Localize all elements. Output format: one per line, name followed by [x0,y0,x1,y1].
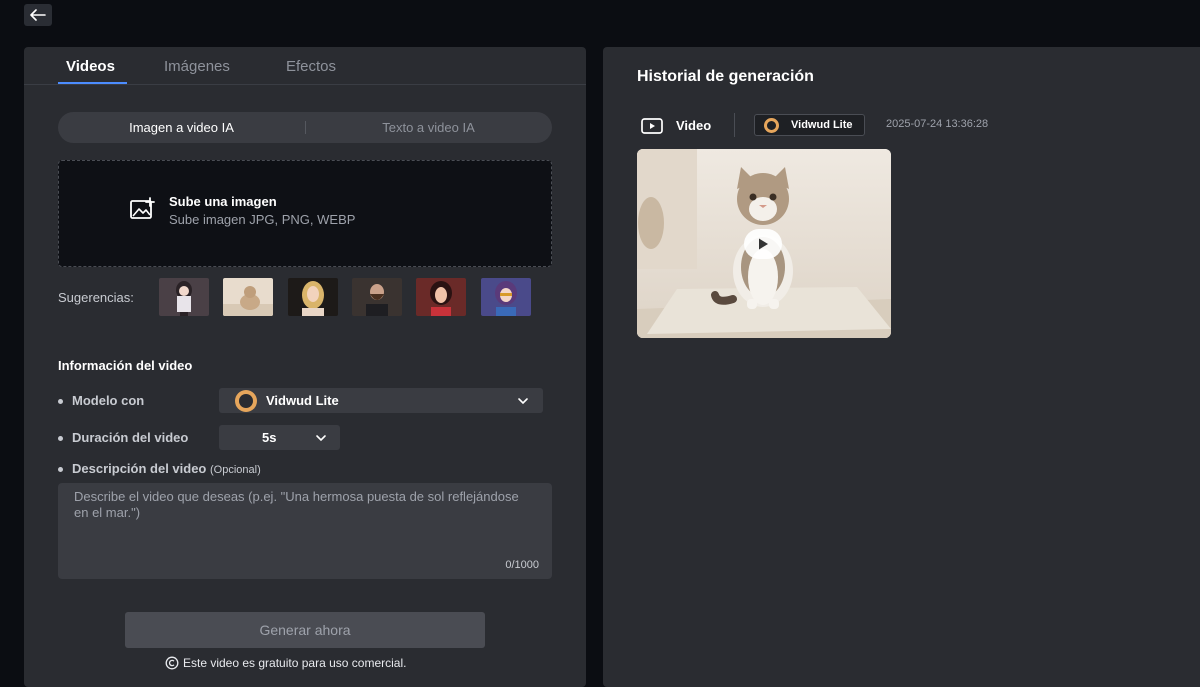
description-box: 0/1000 [58,483,552,579]
play-icon [759,238,768,250]
vidwud-logo-icon [235,390,257,412]
history-title: Historial de generación [637,68,814,85]
model-tag-label: Vidwud Lite [791,119,853,131]
description-textarea[interactable] [58,483,552,553]
suggestion-thumb-anime-girl[interactable] [159,278,209,316]
optional-note: (Opcional) [210,464,261,476]
tab-bar: Videos Imágenes Efectos [24,47,586,85]
generation-form-panel: Videos Imágenes Efectos Imagen a video I… [24,47,586,687]
generated-video-thumbnail[interactable] [637,149,891,338]
description-label: Descripción del video [72,461,207,476]
suggestion-thumb-cat[interactable] [223,278,273,316]
copyright-icon [165,656,179,670]
duration-label: Duración del video [72,430,189,445]
duration-select[interactable]: 5s [219,425,340,450]
bullet-dot [58,467,63,473]
meta-divider [734,113,735,137]
character-counter: 0/1000 [505,559,539,571]
chevron-down-icon [316,435,326,442]
generate-button[interactable]: Generar ahora [125,612,485,648]
history-item-meta: Video Vidwud Lite 2025-07-24 13:36:28 [641,113,1181,137]
duration-selected-value: 5s [262,430,277,445]
back-button[interactable] [24,4,52,26]
model-select[interactable]: Vidwud Lite [219,388,543,413]
bullet-dot [58,436,63,442]
model-row: Modelo con [58,393,144,408]
image-upload-dropzone[interactable]: Sube una imagen Sube imagen JPG, PNG, WE… [58,160,552,267]
top-bar [0,0,1200,44]
suggestions-label: Sugerencias: [58,290,134,305]
upload-subtitle: Sube imagen JPG, PNG, WEBP [169,212,356,227]
suggestion-thumb-anime-girl-glasses[interactable] [481,278,531,316]
media-type-label: Video [676,118,712,133]
model-selected-value: Vidwud Lite [266,393,339,408]
model-label: Modelo con [72,393,145,408]
mode-image-to-video[interactable]: Imagen a video IA [58,112,305,143]
model-tag: Vidwud Lite [754,114,865,136]
free-use-text: Este video es gratuito para uso comercia… [183,656,407,670]
suggestion-thumb-cartoon-woman[interactable] [416,278,466,316]
image-add-icon [130,197,155,219]
chevron-down-icon [518,398,528,405]
play-button[interactable] [744,229,782,259]
tab-images[interactable]: Imágenes [164,58,230,75]
video-icon [641,118,663,134]
generation-timestamp: 2025-07-24 13:36:28 [886,118,989,130]
description-row: Descripción del video (Opcional) [58,461,261,476]
history-panel: Historial de generación Video Vidwud Lit… [603,47,1200,687]
duration-row: Duración del video [58,430,188,445]
bullet-dot [58,399,63,405]
upload-title: Sube una imagen [169,194,277,209]
active-tab-indicator [58,82,127,84]
mode-toggle: Imagen a video IA Texto a video IA [58,112,552,143]
vidwud-logo-icon [764,118,779,133]
suggestion-thumb-bearded-man[interactable] [352,278,402,316]
mode-text-to-video[interactable]: Texto a video IA [305,112,552,143]
arrow-left-icon [30,9,46,21]
suggestion-thumb-blonde-woman[interactable] [288,278,338,316]
tab-videos[interactable]: Videos [66,58,115,75]
tab-effects[interactable]: Efectos [286,58,336,75]
video-info-heading: Información del video [58,358,193,373]
free-use-note: Este video es gratuito para uso comercia… [165,656,406,670]
